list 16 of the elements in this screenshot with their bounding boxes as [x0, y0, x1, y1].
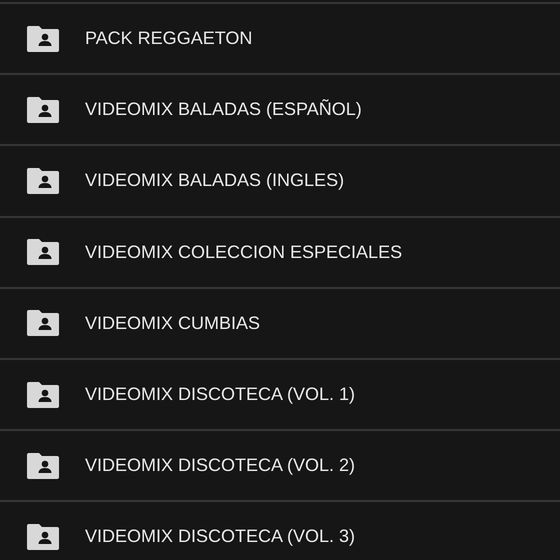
folder-item[interactable]: VIDEOMIX DISCOTECA (VOL. 1) [0, 358, 560, 430]
folder-item[interactable]: PACK REGGAETON [0, 2, 560, 74]
shared-folder-icon [27, 96, 59, 123]
shared-folder-icon [27, 26, 59, 52]
folder-item[interactable]: VIDEOMIX BALADAS (ESPAÑOL) [0, 73, 560, 144]
folder-item[interactable]: VIDEOMIX BALADAS (INGLES) [0, 144, 560, 216]
shared-folder-icon [27, 382, 59, 408]
folder-item[interactable]: VIDEOMIX COLECCION ESPECIALES [0, 216, 560, 287]
shared-folder-icon [27, 452, 59, 479]
folder-item[interactable]: VIDEOMIX DISCOTECA (VOL. 3) [0, 500, 560, 560]
shared-folder-icon [27, 239, 59, 266]
shared-folder-icon [27, 524, 59, 550]
shared-folder-icon [27, 310, 59, 336]
folder-item[interactable]: VIDEOMIX DISCOTECA (VOL. 2) [0, 429, 560, 500]
folder-item[interactable]: VIDEOMIX CUMBIAS [0, 286, 560, 358]
shared-folder-icon [27, 168, 59, 194]
